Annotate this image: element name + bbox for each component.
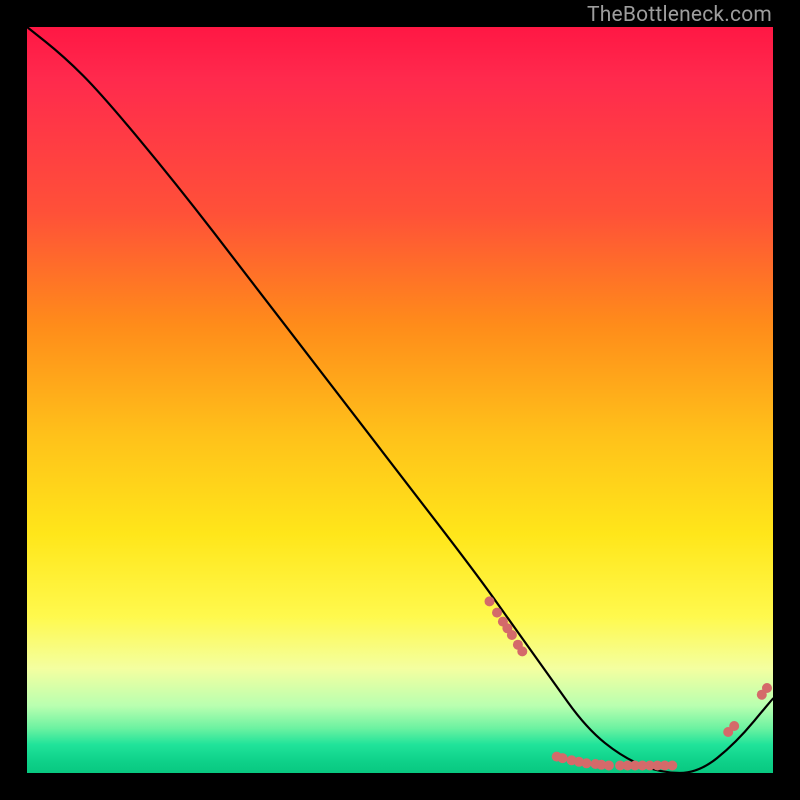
data-point: [485, 596, 495, 606]
data-point: [558, 753, 568, 763]
data-point: [517, 646, 527, 656]
data-point: [507, 630, 517, 640]
bottleneck-curve: [27, 27, 773, 773]
chart-svg: [27, 27, 773, 773]
data-point: [582, 758, 592, 768]
data-point: [492, 608, 502, 618]
data-point: [667, 761, 677, 771]
chart-frame: TheBottleneck.com: [0, 0, 800, 800]
data-points: [485, 596, 773, 770]
data-point: [729, 721, 739, 731]
watermark-label: TheBottleneck.com: [587, 3, 772, 27]
data-point: [604, 761, 614, 771]
plot-area: [27, 27, 773, 773]
data-point: [762, 683, 772, 693]
